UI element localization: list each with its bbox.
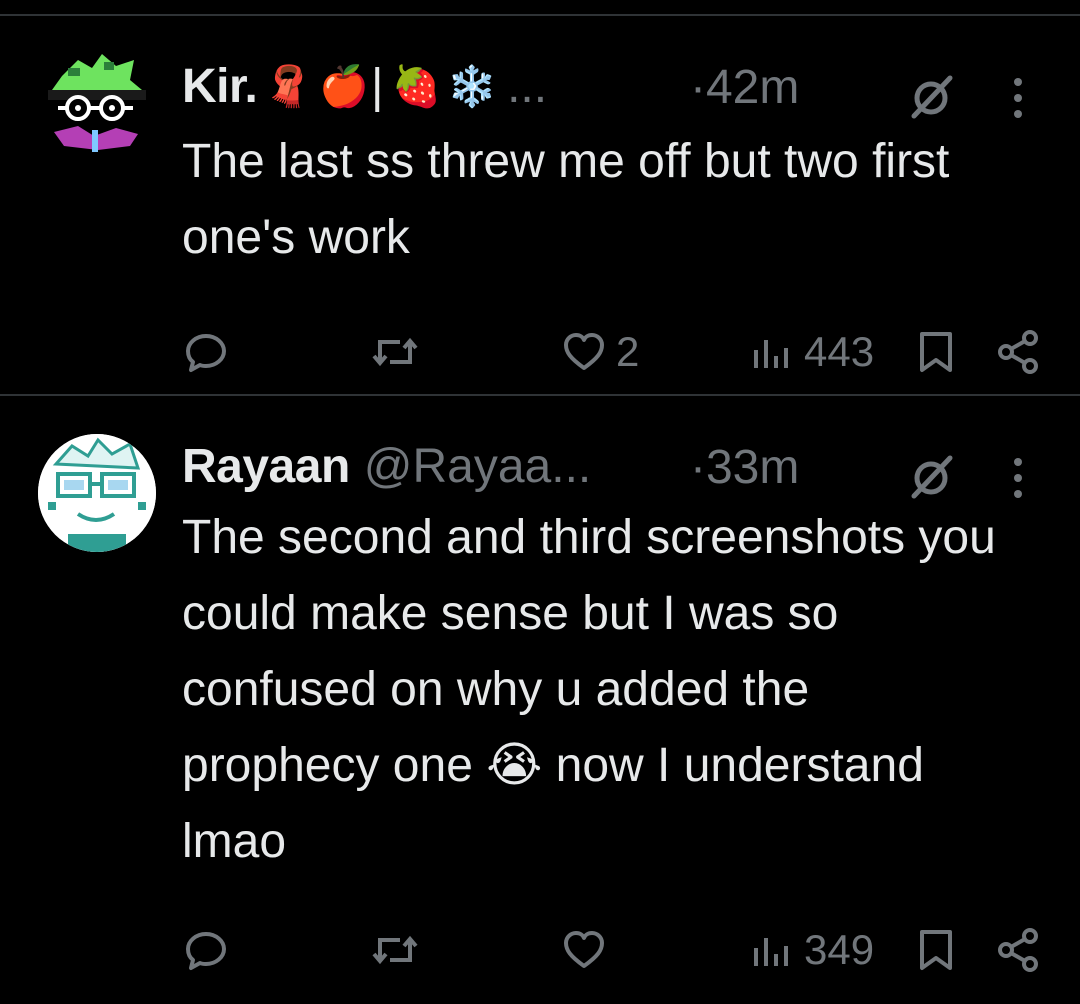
display-name[interactable]: Kir. bbox=[182, 59, 258, 114]
reply-icon bbox=[186, 334, 226, 372]
views-button[interactable]: 443 bbox=[748, 322, 874, 382]
view-count: 443 bbox=[804, 328, 875, 375]
tweet-2[interactable]: Rayaan @Rayaa... ·33m The second and thi… bbox=[0, 396, 1080, 1004]
like-icon bbox=[564, 333, 604, 370]
views-icon bbox=[754, 938, 788, 966]
reply-button[interactable] bbox=[182, 322, 238, 382]
name-emoji-snowflake: ❄️ bbox=[447, 64, 498, 109]
name-emoji-apple: 🍎 bbox=[319, 64, 369, 109]
bookmark-button[interactable] bbox=[914, 920, 958, 980]
name-emoji-strawberry: 🍓 bbox=[391, 64, 442, 109]
timestamp[interactable]: ·33m bbox=[690, 440, 799, 495]
reply-button[interactable] bbox=[182, 920, 238, 980]
tweet-text: The second and third screenshots you cou… bbox=[182, 511, 996, 868]
display-name[interactable]: Rayaan bbox=[182, 439, 350, 494]
avatar[interactable] bbox=[38, 46, 156, 164]
bookmark-icon bbox=[920, 930, 952, 970]
name-ellipsis: ... bbox=[507, 59, 548, 113]
more-icon[interactable] bbox=[1006, 72, 1030, 129]
handle[interactable]: @Rayaa... bbox=[364, 439, 591, 494]
like-button[interactable]: 2 bbox=[560, 322, 639, 382]
bookmark-icon bbox=[920, 332, 952, 372]
like-button[interactable] bbox=[560, 920, 616, 980]
reply-icon bbox=[186, 932, 226, 970]
tweet-actions: 349 bbox=[0, 920, 1080, 980]
tweet-actions: 2 443 bbox=[0, 322, 1080, 382]
view-count: 349 bbox=[804, 926, 875, 973]
retweet-icon bbox=[372, 337, 418, 367]
views-icon bbox=[754, 340, 788, 368]
retweet-button[interactable] bbox=[370, 920, 428, 980]
grok-icon[interactable] bbox=[904, 70, 958, 129]
bookmark-button[interactable] bbox=[914, 322, 958, 382]
retweet-button[interactable] bbox=[370, 322, 428, 382]
share-button[interactable] bbox=[994, 920, 1042, 980]
share-icon bbox=[998, 330, 1038, 374]
timestamp[interactable]: ·42m bbox=[690, 60, 799, 115]
tweet-text: The last ss threw me off but two first o… bbox=[182, 135, 950, 264]
views-button[interactable]: 349 bbox=[748, 920, 874, 980]
tweet-1[interactable]: Kir. 🧣 🍎 | 🍓 ❄️ ... ·42m The last ss thr… bbox=[0, 16, 1080, 394]
share-button[interactable] bbox=[994, 322, 1042, 382]
name-separator: | bbox=[371, 59, 384, 113]
like-count: 2 bbox=[616, 328, 640, 375]
like-icon bbox=[564, 931, 604, 968]
share-icon bbox=[998, 928, 1038, 972]
retweet-icon bbox=[372, 935, 418, 965]
name-emoji-scarf: 🧣 bbox=[263, 64, 314, 109]
avatar[interactable] bbox=[38, 434, 156, 552]
